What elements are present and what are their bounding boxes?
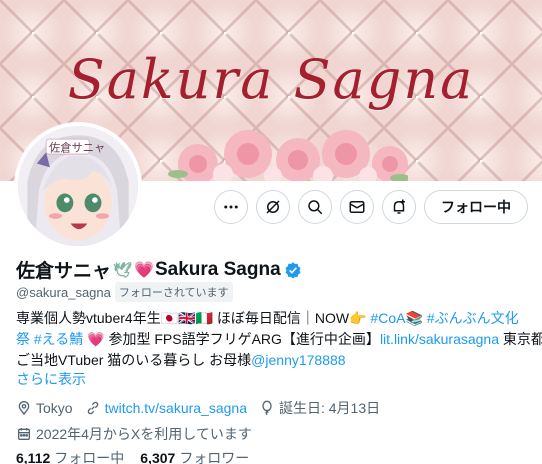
heart-icon: 💗 bbox=[134, 261, 154, 279]
bio-text: 📚 bbox=[405, 310, 427, 326]
notifications-button[interactable] bbox=[382, 190, 416, 224]
show-more-link[interactable]: さらに表示 bbox=[16, 369, 86, 389]
meta-row: 2022年4月からXを利用しています bbox=[16, 424, 392, 444]
message-icon bbox=[349, 201, 365, 213]
more-icon bbox=[224, 205, 238, 209]
bio-text: 東京都 bbox=[499, 331, 542, 347]
mention-link[interactable]: @jenny178888 bbox=[251, 352, 345, 368]
avatar-image: 佐倉サニャ bbox=[18, 126, 138, 246]
display-name-prefix: 佐倉サニャ bbox=[16, 261, 112, 282]
link-icon bbox=[87, 401, 98, 415]
hashtag-link[interactable]: #CoA bbox=[370, 310, 405, 326]
handle-row: @sakura_sagna フォローされています bbox=[16, 282, 233, 302]
bio-text: 💗 参加型 FPS語学フリゲARG【進行中企画】 bbox=[83, 331, 380, 347]
followers-count: 6,307 bbox=[140, 450, 176, 464]
following-count: 6,112 bbox=[16, 450, 51, 464]
search-icon bbox=[308, 200, 323, 215]
joined-text: 2022年4月からXを利用しています bbox=[36, 426, 252, 442]
sparkle-icon: 🕊 bbox=[113, 261, 133, 279]
profile-meta: Tokyo twitch.tv/sakura_sagna 誕生日: 4月13日 … bbox=[16, 398, 392, 444]
more-button[interactable] bbox=[214, 190, 248, 224]
following-label: フォロー中 bbox=[54, 450, 125, 464]
balloon-icon bbox=[262, 400, 272, 416]
followers-link[interactable]: 6,307 フォロワー bbox=[140, 448, 249, 464]
profile-bio: 専業個人勢vtuber4年生🇯🇵🇬🇧🇮🇹 ほぼ毎日配信｜NOW👉 #CoA📚 #… bbox=[16, 308, 542, 371]
following-button[interactable]: フォロー中 bbox=[424, 190, 528, 224]
follow-counts: 6,112 フォロー中 6,307 フォロワー bbox=[16, 448, 265, 464]
svg-text:佐倉サニャ: 佐倉サニャ bbox=[49, 140, 105, 154]
location-icon bbox=[18, 401, 30, 416]
turn-off-retweets-button[interactable] bbox=[256, 190, 290, 224]
notification-off-icon bbox=[266, 200, 280, 214]
message-button[interactable] bbox=[340, 190, 374, 224]
website: twitch.tv/sakura_sagna bbox=[85, 398, 247, 418]
handle: @sakura_sagna bbox=[16, 284, 111, 300]
follows-you-badge: フォローされています bbox=[114, 282, 233, 302]
bio-line-3: ご当地VTuber 猫のいる暮らし お母様@jenny178888 bbox=[16, 350, 536, 371]
bio-line-2: 祭 #える鯖 💗 参加型 FPS語学フリゲARG【進行中企画】lit.link/… bbox=[16, 329, 542, 350]
birthday: 誕生日: 4月13日 bbox=[259, 398, 380, 418]
meta-row: Tokyo twitch.tv/sakura_sagna 誕生日: 4月13日 bbox=[16, 398, 392, 418]
birthday-text: 誕生日: 4月13日 bbox=[278, 400, 381, 416]
bio-text: 専業個人勢vtuber4年生🇯🇵🇬🇧🇮🇹 ほぼ毎日配信｜NOW👉 bbox=[16, 310, 371, 326]
following-link[interactable]: 6,112 フォロー中 bbox=[16, 448, 124, 464]
location-text: Tokyo bbox=[36, 400, 73, 416]
followers-label: フォロワー bbox=[179, 450, 250, 464]
bell-plus-icon bbox=[393, 199, 405, 214]
joined: 2022年4月からXを利用しています bbox=[16, 424, 252, 444]
bio-url-link[interactable]: lit.link/sakurasagna bbox=[380, 331, 499, 347]
display-name: 佐倉サニャ 🕊 💗 Sakura Sagna bbox=[16, 256, 302, 283]
search-profile-button[interactable] bbox=[298, 190, 332, 224]
bio-line-1: 専業個人勢vtuber4年生🇯🇵🇬🇧🇮🇹 ほぼ毎日配信｜NOW👉 #CoA📚 #… bbox=[16, 308, 536, 329]
avatar[interactable]: 佐倉サニャ bbox=[14, 122, 142, 250]
website-link[interactable]: twitch.tv/sakura_sagna bbox=[105, 398, 247, 418]
verified-badge-icon[interactable] bbox=[284, 261, 302, 279]
display-name-suffix: Sakura Sagna bbox=[154, 258, 281, 280]
bio-text: ご当地VTuber 猫のいる暮らし お母様 bbox=[16, 352, 252, 368]
banner-flowers bbox=[168, 130, 408, 181]
location: Tokyo bbox=[16, 398, 73, 418]
banner-title: Sakura Sagna bbox=[67, 48, 475, 111]
calendar-icon bbox=[18, 428, 30, 440]
hashtag-link[interactable]: #ぶんぶん文化 bbox=[427, 310, 519, 326]
profile-actions: フォロー中 bbox=[214, 190, 528, 224]
hashtag-link[interactable]: 祭 #える鯖 bbox=[16, 331, 83, 347]
